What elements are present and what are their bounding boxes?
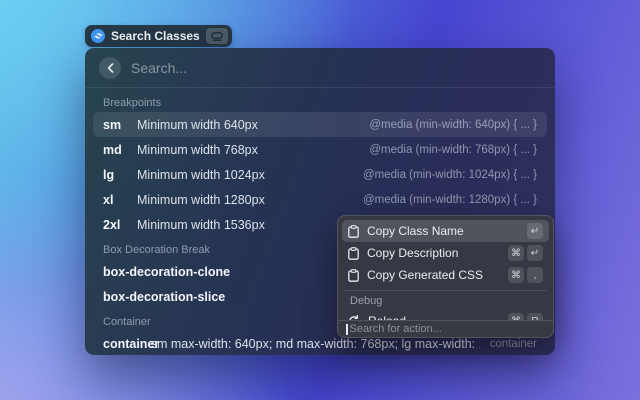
action-search-input[interactable] <box>350 323 546 335</box>
class-name: box-decoration-clone <box>103 265 230 279</box>
shortcut-keys: ↵ <box>527 223 543 239</box>
key-return: ↵ <box>527 245 543 261</box>
class-description: Minimum width 1280px <box>137 193 265 207</box>
list-item-md[interactable]: md Minimum width 768px @media (min-width… <box>93 137 547 162</box>
generated-css: container <box>490 338 537 350</box>
breadcrumb[interactable]: Search Classes <box>85 25 232 47</box>
class-name: sm <box>103 118 127 132</box>
generated-css: @media (min-width: 1280px) { ... } <box>363 194 537 206</box>
menu-section-debug: Debug <box>350 295 541 307</box>
key-cmd: ⌘ <box>508 245 524 261</box>
search-input[interactable] <box>131 60 541 76</box>
key-return: ↵ <box>527 223 543 239</box>
class-description: Minimum width 1024px <box>137 168 265 182</box>
clipboard-icon <box>348 225 359 238</box>
menu-item-copy-class-name[interactable]: Copy Class Name ↵ <box>342 220 549 242</box>
backspace-icon[interactable] <box>206 28 228 44</box>
menu-item-reload[interactable]: Reload ⌘ R <box>342 310 549 320</box>
menu-item-copy-generated-css[interactable]: Copy Generated CSS ⌘ , <box>342 264 549 286</box>
menu-item-label: Copy Description <box>367 246 458 260</box>
class-description: Minimum width 1536px <box>137 218 265 232</box>
search-bar <box>85 48 555 88</box>
generated-css: @media (min-width: 640px) { ... } <box>369 119 537 131</box>
shortcut-keys: ⌘ ↵ <box>508 245 543 261</box>
class-name: xl <box>103 193 127 207</box>
breadcrumb-title: Search Classes <box>111 29 200 43</box>
action-menu-list: Copy Class Name ↵ Copy Description ⌘ ↵ <box>338 216 553 320</box>
key-r: R <box>527 313 543 320</box>
class-description: sm max-width: 640px; md max-width: 768px… <box>151 337 480 351</box>
list-item-lg[interactable]: lg Minimum width 1024px @media (min-widt… <box>93 162 547 187</box>
key-comma: , <box>527 267 543 283</box>
shortcut-keys: ⌘ R <box>508 313 543 320</box>
section-header: Breakpoints <box>103 97 537 109</box>
menu-divider <box>344 290 547 291</box>
list-item-sm[interactable]: sm Minimum width 640px @media (min-width… <box>93 112 547 137</box>
class-name: container <box>103 337 141 351</box>
class-description: Minimum width 768px <box>137 143 258 157</box>
action-menu: Copy Class Name ↵ Copy Description ⌘ ↵ <box>337 215 554 338</box>
class-name: lg <box>103 168 127 182</box>
clipboard-icon <box>348 247 359 260</box>
back-button[interactable] <box>99 57 121 79</box>
list-item-xl[interactable]: xl Minimum width 1280px @media (min-widt… <box>93 187 547 212</box>
menu-item-label: Copy Generated CSS <box>367 268 483 282</box>
generated-css: @media (min-width: 768px) { ... } <box>369 144 537 156</box>
menu-item-copy-description[interactable]: Copy Description ⌘ ↵ <box>342 242 549 264</box>
class-name: 2xl <box>103 218 127 232</box>
class-description: Minimum width 640px <box>137 118 258 132</box>
class-name: md <box>103 143 127 157</box>
clipboard-icon <box>348 269 359 282</box>
text-cursor <box>346 324 348 335</box>
generated-css: @media (min-width: 1024px) { ... } <box>363 169 537 181</box>
menu-item-label: Copy Class Name <box>367 224 464 238</box>
action-search-bar <box>338 320 553 337</box>
shortcut-keys: ⌘ , <box>508 267 543 283</box>
class-name: box-decoration-slice <box>103 290 225 304</box>
key-cmd: ⌘ <box>508 267 524 283</box>
tailwind-logo-icon <box>91 29 105 43</box>
desktop-background: Search Classes Breakpoints sm Minimum wi… <box>0 0 640 400</box>
key-cmd: ⌘ <box>508 313 524 320</box>
